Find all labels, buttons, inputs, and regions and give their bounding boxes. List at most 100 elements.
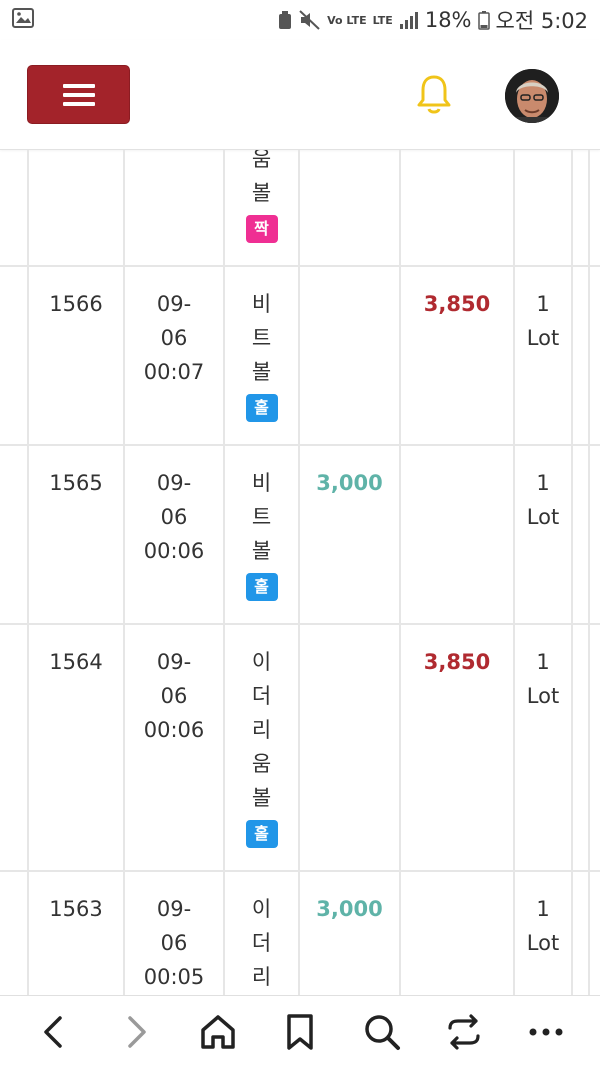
hamburger-icon bbox=[62, 83, 95, 106]
round-id-cell: 1564 bbox=[27, 625, 125, 870]
lot-part: 1 bbox=[536, 650, 550, 674]
menu-button[interactable] bbox=[27, 65, 130, 124]
lose-amount: 3,850 bbox=[423, 650, 491, 674]
result-badge: 홀 bbox=[245, 573, 278, 601]
search-icon[interactable] bbox=[362, 1012, 402, 1052]
lot-part: Lot bbox=[526, 505, 560, 529]
game-cell: 비트볼홀 bbox=[225, 267, 300, 444]
game-char: 더 bbox=[251, 684, 272, 708]
lot-part: 1 bbox=[536, 471, 550, 495]
win-amount-cell bbox=[300, 150, 401, 265]
win-amount-cell: 3,000 bbox=[300, 872, 401, 995]
game-cell: 움볼짝 bbox=[225, 150, 300, 265]
lot-part: Lot bbox=[526, 931, 560, 955]
game-char: 움 bbox=[251, 752, 272, 776]
game-char: 리 bbox=[251, 965, 272, 989]
result-badge: 홀 bbox=[245, 820, 278, 848]
lot-part: 1 bbox=[536, 897, 550, 921]
table-row[interactable]: 1565 09- 06 00:06 비 트 볼 홀 3,000 1 Lot bbox=[0, 446, 600, 625]
game-char: 볼 bbox=[251, 786, 272, 810]
time-part: 00:06 bbox=[143, 539, 205, 563]
game-cell: 이더리움볼홀 bbox=[225, 625, 300, 870]
browser-nav-bar bbox=[0, 995, 600, 1067]
game-cell: 이더리 bbox=[225, 872, 300, 995]
app-header bbox=[0, 40, 600, 150]
lot-part: Lot bbox=[526, 684, 560, 708]
lot-cell: 1 Lot bbox=[515, 872, 573, 995]
round-id-cell: 1563 bbox=[27, 872, 125, 995]
time-cell: 09- 06 00:07 bbox=[125, 267, 225, 444]
time-part: 06 bbox=[160, 326, 188, 350]
game-cell: 비트볼홀 bbox=[225, 446, 300, 623]
network-indicator: LTE bbox=[372, 13, 393, 27]
more-icon[interactable] bbox=[526, 1012, 566, 1052]
image-icon bbox=[12, 8, 34, 28]
bell-icon[interactable] bbox=[414, 73, 454, 117]
round-id: 1563 bbox=[49, 897, 103, 921]
forward-icon[interactable] bbox=[116, 1012, 156, 1052]
history-table: 움 볼 짝 1566 09- 06 00:07 비 트 볼 홀 3,850 1 Lot 1565 09- 06 0… bbox=[0, 150, 600, 995]
table-row[interactable]: 움볼짝 bbox=[0, 150, 600, 267]
game-char: 트 bbox=[251, 326, 272, 350]
time-cell: 09- 06 00:06 bbox=[125, 446, 225, 623]
round-id-cell: 1566 bbox=[27, 267, 125, 444]
game-char: 트 bbox=[251, 505, 272, 529]
game-char: 비 bbox=[251, 292, 272, 316]
extra-column bbox=[573, 267, 590, 444]
lose-amount: 3,850 bbox=[423, 292, 491, 316]
lot-part: 1 bbox=[536, 292, 550, 316]
tabs-icon[interactable] bbox=[444, 1012, 484, 1052]
time-cell: 09- 06 00:06 bbox=[125, 625, 225, 870]
time-part: 06 bbox=[160, 505, 188, 529]
time-part: 09- bbox=[156, 650, 192, 674]
game-char: 움 bbox=[251, 150, 272, 171]
time-part: 09- bbox=[156, 471, 192, 495]
lot-cell: 1 Lot bbox=[515, 267, 573, 444]
volte-indicator: Vo LTE bbox=[327, 13, 367, 27]
win-amount: 3,000 bbox=[316, 471, 383, 495]
game-char: 볼 bbox=[251, 539, 272, 563]
win-amount-cell bbox=[300, 267, 401, 444]
clock: 오전 5:02 bbox=[495, 9, 588, 33]
lot-part: Lot bbox=[526, 326, 560, 350]
time-part: 00:07 bbox=[143, 360, 205, 384]
lose-amount-cell bbox=[401, 150, 515, 265]
lose-amount-cell bbox=[401, 872, 515, 995]
table-row[interactable]: 1566 09- 06 00:07 비 트 볼 홀 3,850 1 Lot bbox=[0, 267, 600, 446]
time-part: 09- bbox=[156, 292, 192, 316]
game-char: 비 bbox=[251, 471, 272, 495]
game-char: 볼 bbox=[251, 181, 272, 205]
extra-column bbox=[573, 150, 590, 265]
back-icon[interactable] bbox=[34, 1012, 74, 1052]
round-id-cell bbox=[27, 150, 125, 265]
table-row[interactable]: 1563 09- 06 00:05 이 더 리 3,000 1 Lot bbox=[0, 872, 600, 995]
time-part: 09- bbox=[156, 897, 192, 921]
lot-cell: 1 Lot bbox=[515, 446, 573, 623]
recycle-icon bbox=[279, 11, 292, 29]
table-row[interactable]: 1564 09- 06 00:06 이 더 리 움 볼 홀 3,850 1 Lot bbox=[0, 625, 600, 872]
avatar[interactable] bbox=[505, 69, 559, 123]
time-part: 00:06 bbox=[143, 718, 205, 742]
lose-amount-cell bbox=[401, 446, 515, 623]
lose-amount-cell: 3,850 bbox=[401, 625, 515, 870]
win-amount-cell: 3,000 bbox=[300, 446, 401, 623]
lot-cell bbox=[515, 150, 573, 265]
bookmark-icon[interactable] bbox=[280, 1012, 320, 1052]
game-char: 더 bbox=[251, 931, 272, 955]
time-cell: 09- 06 00:05 bbox=[125, 872, 225, 995]
time-cell bbox=[125, 150, 225, 265]
round-id: 1564 bbox=[49, 650, 103, 674]
status-bar: Vo LTE LTE 18% 오전 5:02 bbox=[0, 0, 600, 40]
signal-icon bbox=[399, 12, 418, 29]
game-char: 이 bbox=[251, 650, 272, 674]
game-char: 리 bbox=[251, 718, 272, 742]
round-id: 1566 bbox=[49, 292, 103, 316]
game-char: 볼 bbox=[251, 360, 272, 384]
round-id: 1565 bbox=[49, 471, 103, 495]
win-amount: 3,000 bbox=[316, 897, 383, 921]
result-badge: 홀 bbox=[245, 394, 278, 422]
home-icon[interactable] bbox=[198, 1012, 238, 1052]
round-id-cell: 1565 bbox=[27, 446, 125, 623]
lot-cell: 1 Lot bbox=[515, 625, 573, 870]
battery-percent: 18% bbox=[424, 8, 472, 32]
